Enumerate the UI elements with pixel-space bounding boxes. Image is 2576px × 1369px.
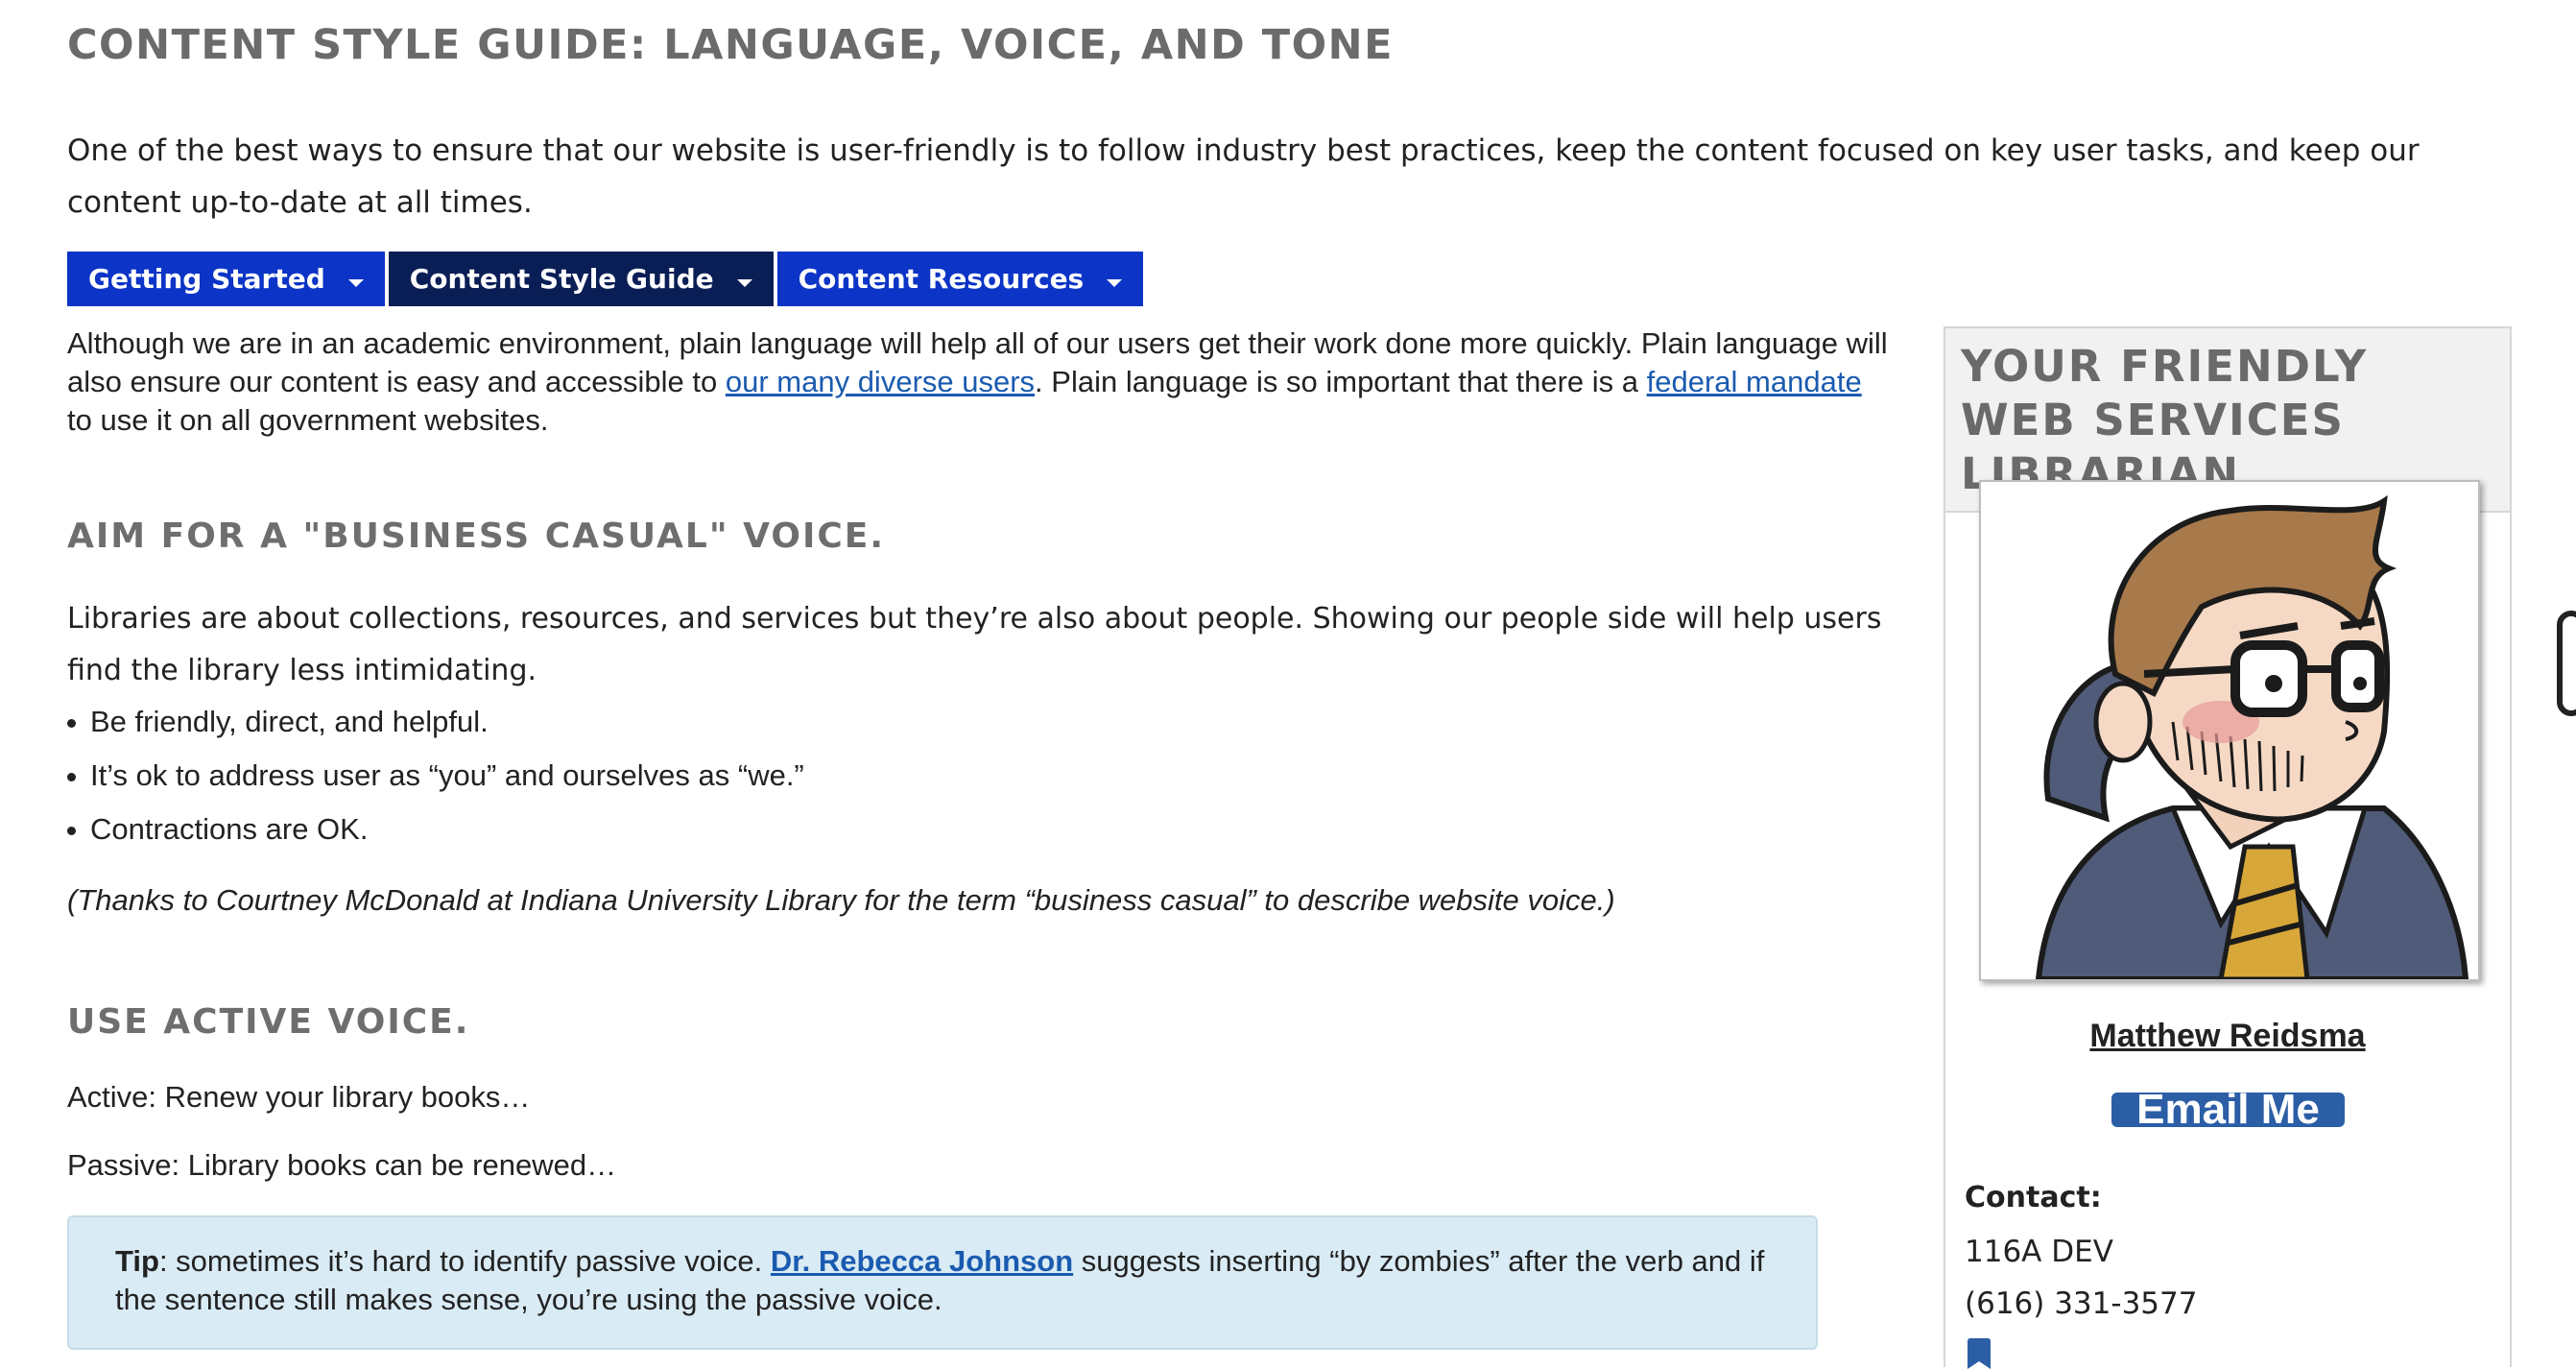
- librarian-name-link[interactable]: Matthew Reidsma: [1945, 1018, 2510, 1055]
- tab-label: Content Resources: [798, 263, 1085, 295]
- diverse-users-link[interactable]: our many diverse users: [726, 365, 1035, 398]
- voice-bullet-list: Be friendly, direct, and helpful. It’s o…: [67, 695, 804, 856]
- plain-language-paragraph: Although we are in an academic environme…: [67, 324, 1891, 440]
- guide-tabs: Getting Started Content Style Guide Cont…: [67, 252, 1147, 306]
- intro-paragraph: One of the best ways to ensure that our …: [67, 133, 2420, 220]
- rebecca-johnson-link[interactable]: Dr. Rebecca Johnson: [771, 1244, 1073, 1278]
- caret-down-icon: [1107, 278, 1123, 287]
- tab-label: Getting Started: [88, 263, 325, 295]
- passive-example: Passive: Library books can be renewed…: [67, 1148, 617, 1182]
- list-item: Contractions are OK.: [67, 803, 804, 856]
- attribution-note: (Thanks to Courtney McDonald at Indiana …: [67, 883, 1615, 917]
- office-location: 116A DEV: [1965, 1235, 2113, 1269]
- contact-label: Contact:: [1965, 1181, 2102, 1214]
- tab-content-style-guide[interactable]: Content Style Guide: [388, 252, 774, 306]
- email-me-button[interactable]: Email Me: [2111, 1093, 2345, 1127]
- text-span: : sometimes it’s hard to identify passiv…: [158, 1244, 771, 1278]
- page-title: CONTENT STYLE GUIDE: LANGUAGE, VOICE, AN…: [67, 21, 1395, 69]
- text-span: to use it on all government websites.: [67, 403, 549, 437]
- active-example: Active: Renew your library books…: [67, 1080, 531, 1114]
- federal-mandate-link[interactable]: federal mandate: [1647, 365, 1862, 398]
- text-span: . Plain language is so important that th…: [1035, 365, 1647, 398]
- cartoon-portrait-icon: [2035, 494, 2469, 979]
- caret-down-icon: [736, 278, 752, 287]
- active-voice-heading: USE ACTIVE VOICE.: [67, 1002, 470, 1042]
- tip-callout: Tip: sometimes it’s hard to identify pas…: [67, 1215, 1818, 1350]
- librarian-avatar: [1979, 480, 2480, 981]
- bookmark-icon[interactable]: [1965, 1338, 1993, 1369]
- plain-language-section: Although we are in an academic environme…: [67, 324, 1891, 440]
- business-casual-body: Libraries are about collections, resourc…: [67, 602, 1882, 687]
- tip-label: Tip: [115, 1244, 159, 1278]
- business-casual-heading: AIM FOR A "BUSINESS CASUAL" VOICE.: [67, 516, 886, 556]
- tab-getting-started[interactable]: Getting Started: [67, 252, 385, 306]
- scroll-handle-icon: [2557, 611, 2576, 716]
- librarian-sidebar: YOUR FRIENDLY WEB SERVICES LIBRARIAN Mat…: [1944, 326, 2512, 1369]
- caret-down-icon: [347, 278, 364, 287]
- tab-content-resources[interactable]: Content Resources: [776, 252, 1144, 306]
- list-item: It’s ok to address user as “you” and our…: [67, 749, 804, 803]
- phone-number: (616) 331-3577: [1965, 1286, 2198, 1321]
- list-item: Be friendly, direct, and helpful.: [67, 695, 804, 749]
- tab-label: Content Style Guide: [409, 263, 714, 295]
